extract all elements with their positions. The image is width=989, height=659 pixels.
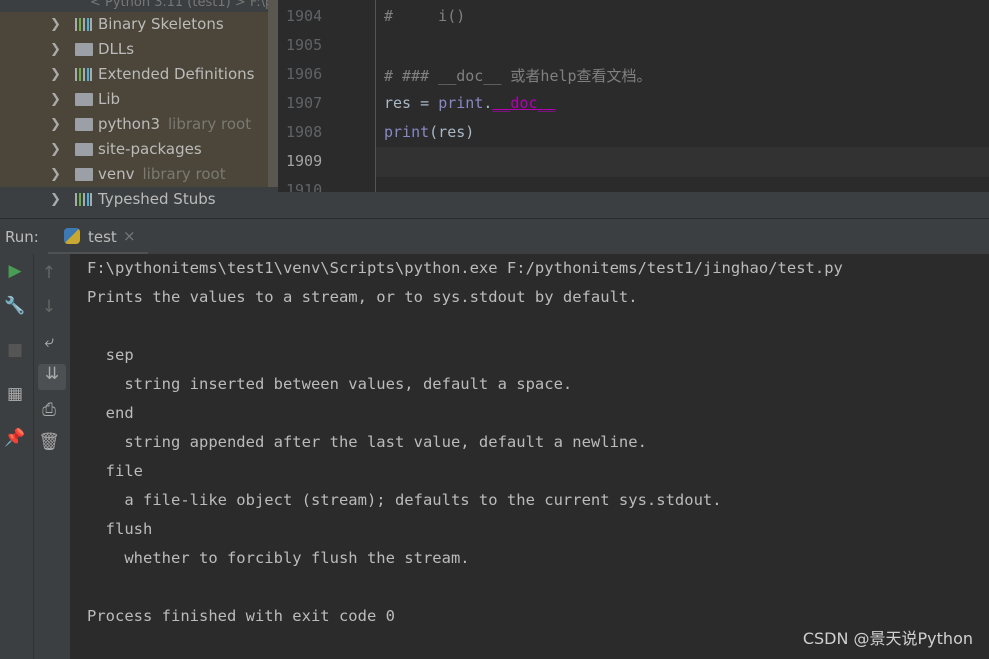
tree-item-label: DLLs — [98, 40, 135, 58]
builtin-print: print — [384, 123, 430, 141]
tree-item-label: python3 library root — [98, 115, 252, 133]
tree-item[interactable]: ❯ Binary Skeletons — [0, 12, 268, 37]
current-line-highlight — [376, 147, 989, 177]
folder-icon — [75, 93, 93, 106]
tree-item[interactable]: ❯ Extended Definitions — [0, 62, 268, 87]
tree-item[interactable]: ❯ venv library root — [0, 162, 268, 187]
tree-item-label: Lib — [98, 90, 121, 108]
wrench-icon[interactable]: 🔧 — [0, 296, 30, 316]
folder-icon — [75, 43, 93, 56]
chevron-right-icon[interactable]: ❯ — [50, 37, 61, 62]
tree-item-label: site-packages — [98, 140, 202, 158]
console-line: a file-like object (stream); defaults to… — [87, 491, 722, 509]
code-line: # ### __doc__ 或者help查看文档。 — [384, 67, 652, 85]
tree-item[interactable]: ❯ DLLs — [0, 37, 268, 62]
console-output[interactable]: F:\pythonitems\test1\venv\Scripts\python… — [70, 254, 989, 659]
tab-label: test — [88, 228, 117, 246]
console-line: F:\pythonitems\test1\venv\Scripts\python… — [87, 259, 843, 277]
console-line: end — [87, 404, 134, 422]
trash-icon[interactable]: 🗑 — [34, 432, 64, 452]
editor-splitter[interactable] — [278, 192, 989, 218]
folder-icon — [75, 143, 93, 156]
stop-icon[interactable]: ■ — [0, 340, 30, 360]
tree-item-hint: library root — [142, 165, 226, 183]
tree-item[interactable]: ❯ Lib — [0, 87, 268, 112]
gutter-divider — [375, 0, 376, 192]
code-text: res = — [384, 94, 439, 112]
close-icon[interactable]: × — [123, 227, 136, 245]
layout-icon[interactable]: ▦ — [0, 384, 30, 404]
run-label: Run: — [5, 228, 39, 246]
run-side-toolbar: ▶ 🔧 ■ ▦ 📌 — [0, 254, 34, 659]
library-icon — [75, 193, 93, 206]
tree-header: < Python 3.11 (test1) > F:\p — [0, 0, 278, 12]
builtin-print: print — [438, 94, 484, 112]
console-line: Process finished with exit code 0 — [87, 607, 395, 625]
line-number: 1907 — [286, 94, 323, 112]
tree-item-label: Binary Skeletons — [98, 15, 224, 33]
console-toolbar: ↑ ↓ ⤶ ⇊ ⎙ 🗑 — [34, 254, 70, 659]
scroll-to-end-icon[interactable]: ⇊ — [38, 364, 66, 390]
tree-scrollbar[interactable] — [268, 0, 278, 187]
code-line: print(res) — [384, 123, 474, 141]
folder-icon — [75, 118, 93, 131]
line-number: 1910 — [286, 181, 323, 192]
project-tree: < Python 3.11 (test1) > F:\p ❯ Binary Ske… — [0, 0, 278, 218]
console-line: sep — [87, 346, 134, 364]
soft-wrap-icon[interactable]: ⤶ — [34, 332, 64, 352]
console-line: file — [87, 462, 143, 480]
line-number: 1905 — [286, 36, 323, 54]
console-line: whether to forcibly flush the stream. — [87, 549, 470, 567]
tree-item[interactable]: ❯ python3 library root — [0, 112, 268, 137]
line-number: 1906 — [286, 65, 323, 83]
console-line: flush — [87, 520, 153, 538]
chevron-right-icon[interactable]: ❯ — [50, 12, 61, 37]
console-line: string inserted between values, default … — [87, 375, 573, 393]
tree-item-hint: library root — [168, 115, 252, 133]
line-number: 1904 — [286, 7, 323, 25]
tree-item-label: Extended Definitions — [98, 65, 255, 83]
tree-item[interactable]: ❯ site-packages — [0, 137, 268, 162]
line-number: 1909 — [286, 152, 323, 170]
print-icon[interactable]: ⎙ — [34, 400, 64, 420]
chevron-right-icon[interactable]: ❯ — [50, 112, 61, 137]
pin-icon[interactable]: 📌 — [0, 428, 30, 448]
tab-test[interactable]: test × — [48, 219, 148, 255]
code-editor[interactable]: 1904 # i() 1905 1906 # ### __doc__ 或者hel… — [278, 0, 989, 192]
code-text: (res) — [429, 123, 475, 141]
run-toolbar: Run: test × — [0, 218, 989, 255]
chevron-right-icon[interactable]: ❯ — [50, 187, 61, 212]
folder-icon — [75, 168, 93, 181]
tree-item[interactable]: ❯ Typeshed Stubs — [0, 187, 268, 212]
code-line: res = print.__doc__ — [384, 94, 556, 112]
python-icon — [64, 228, 80, 244]
watermark: CSDN @景天说Python — [802, 629, 973, 648]
line-number: 1908 — [286, 123, 323, 141]
console-line: string appended after the last value, de… — [87, 433, 647, 451]
chevron-right-icon[interactable]: ❯ — [50, 162, 61, 187]
arrow-down-icon[interactable]: ↓ — [34, 297, 64, 317]
arrow-up-icon[interactable]: ↑ — [34, 263, 64, 283]
chevron-right-icon[interactable]: ❯ — [50, 62, 61, 87]
console-line: Prints the values to a stream, or to sys… — [87, 288, 638, 306]
tree-item-label: Typeshed Stubs — [98, 190, 216, 208]
library-icon — [75, 18, 93, 31]
tree-item-label: venv library root — [98, 165, 226, 183]
chevron-right-icon[interactable]: ❯ — [50, 87, 61, 112]
rerun-icon[interactable]: ▶ — [0, 261, 30, 281]
magic-attr: __doc__ — [492, 94, 556, 112]
library-icon — [75, 68, 93, 81]
chevron-right-icon[interactable]: ❯ — [50, 137, 61, 162]
code-line: # i() — [384, 7, 466, 25]
